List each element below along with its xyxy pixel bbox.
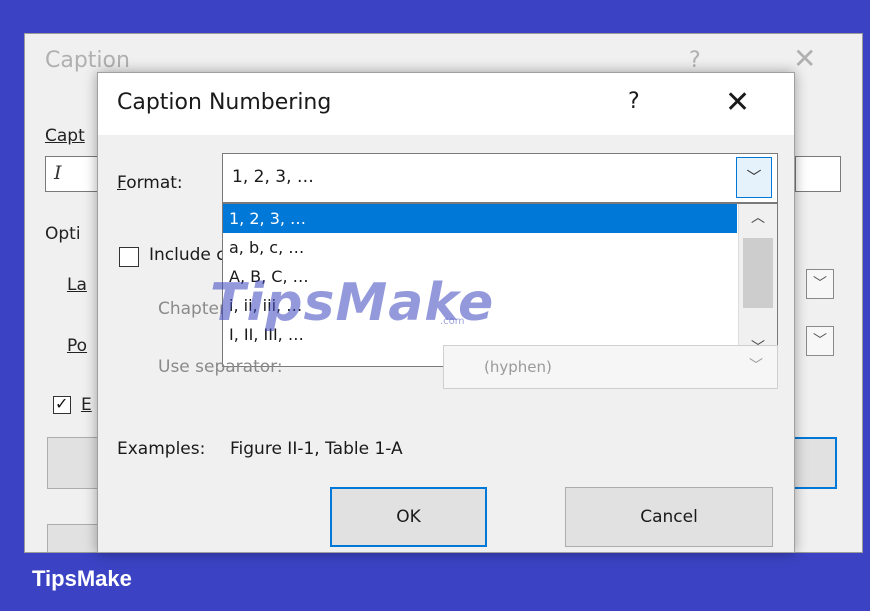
format-label-text: ormat: — [126, 173, 183, 193]
format-label: Format: — [117, 173, 183, 193]
options-group-label: Opti — [45, 224, 81, 244]
numbering-button[interactable] — [791, 437, 837, 489]
examples-value: Figure II-1, Table 1-A — [230, 439, 403, 459]
position-field-label: Po — [67, 336, 88, 356]
caption-text-input-right-edge[interactable] — [795, 156, 841, 192]
exclude-label-checkbox-label: E — [81, 395, 92, 415]
caption-numbering-title: Caption Numbering — [117, 90, 332, 115]
caption-field-label: Capt — [45, 126, 85, 146]
include-chapter-checkbox[interactable] — [119, 247, 139, 267]
checkmark-icon: ✓ — [55, 394, 69, 413]
caption-text-input[interactable]: I — [45, 156, 105, 192]
close-icon[interactable]: ✕ — [725, 85, 750, 120]
help-button[interactable]: ? — [628, 89, 640, 114]
separator-label: Use separator: — [158, 357, 283, 377]
separator-chevron-down-icon[interactable]: ﹀ — [738, 348, 774, 386]
position-dropdown-chevron-down-icon[interactable]: ﹀ — [806, 326, 834, 356]
format-select-value: 1, 2, 3, … — [232, 167, 314, 187]
ok-button[interactable]: OK — [330, 487, 487, 547]
separator-value: (hyphen) — [484, 358, 552, 376]
exclude-label-checkbox[interactable]: ✓ — [53, 394, 71, 414]
caption-text-value: I — [54, 162, 62, 184]
caption-dialog-title: Caption — [45, 48, 130, 73]
label-field-label: La — [67, 275, 87, 295]
label-dropdown-chevron-down-icon[interactable]: ﹀ — [806, 269, 834, 299]
footer-brand-logo: TipsMake — [32, 566, 132, 591]
cancel-button[interactable]: Cancel — [565, 487, 773, 547]
caption-dialog-help-button[interactable]: ? — [689, 48, 701, 73]
scroll-up-icon[interactable]: ︿ — [739, 204, 777, 232]
format-option-lowercase-letters[interactable]: a, b, c, … — [223, 233, 737, 262]
caption-dialog-close-icon[interactable]: ✕ — [793, 42, 816, 75]
examples-label: Examples: — [117, 439, 206, 459]
include-chapter-label: Include chapter number — [149, 245, 222, 265]
dropdown-scrollbar[interactable]: ︿ ﹀ — [738, 204, 777, 366]
format-select[interactable]: 1, 2, 3, … ﹀ — [222, 153, 778, 203]
chevron-down-icon[interactable]: ﹀ — [736, 157, 772, 198]
tipsmake-watermark-domain: .com — [440, 316, 465, 327]
separator-select[interactable]: (hyphen) ﹀ — [443, 345, 778, 389]
scrollbar-thumb[interactable] — [743, 238, 773, 308]
format-option-arabic[interactable]: 1, 2, 3, … — [223, 204, 737, 233]
